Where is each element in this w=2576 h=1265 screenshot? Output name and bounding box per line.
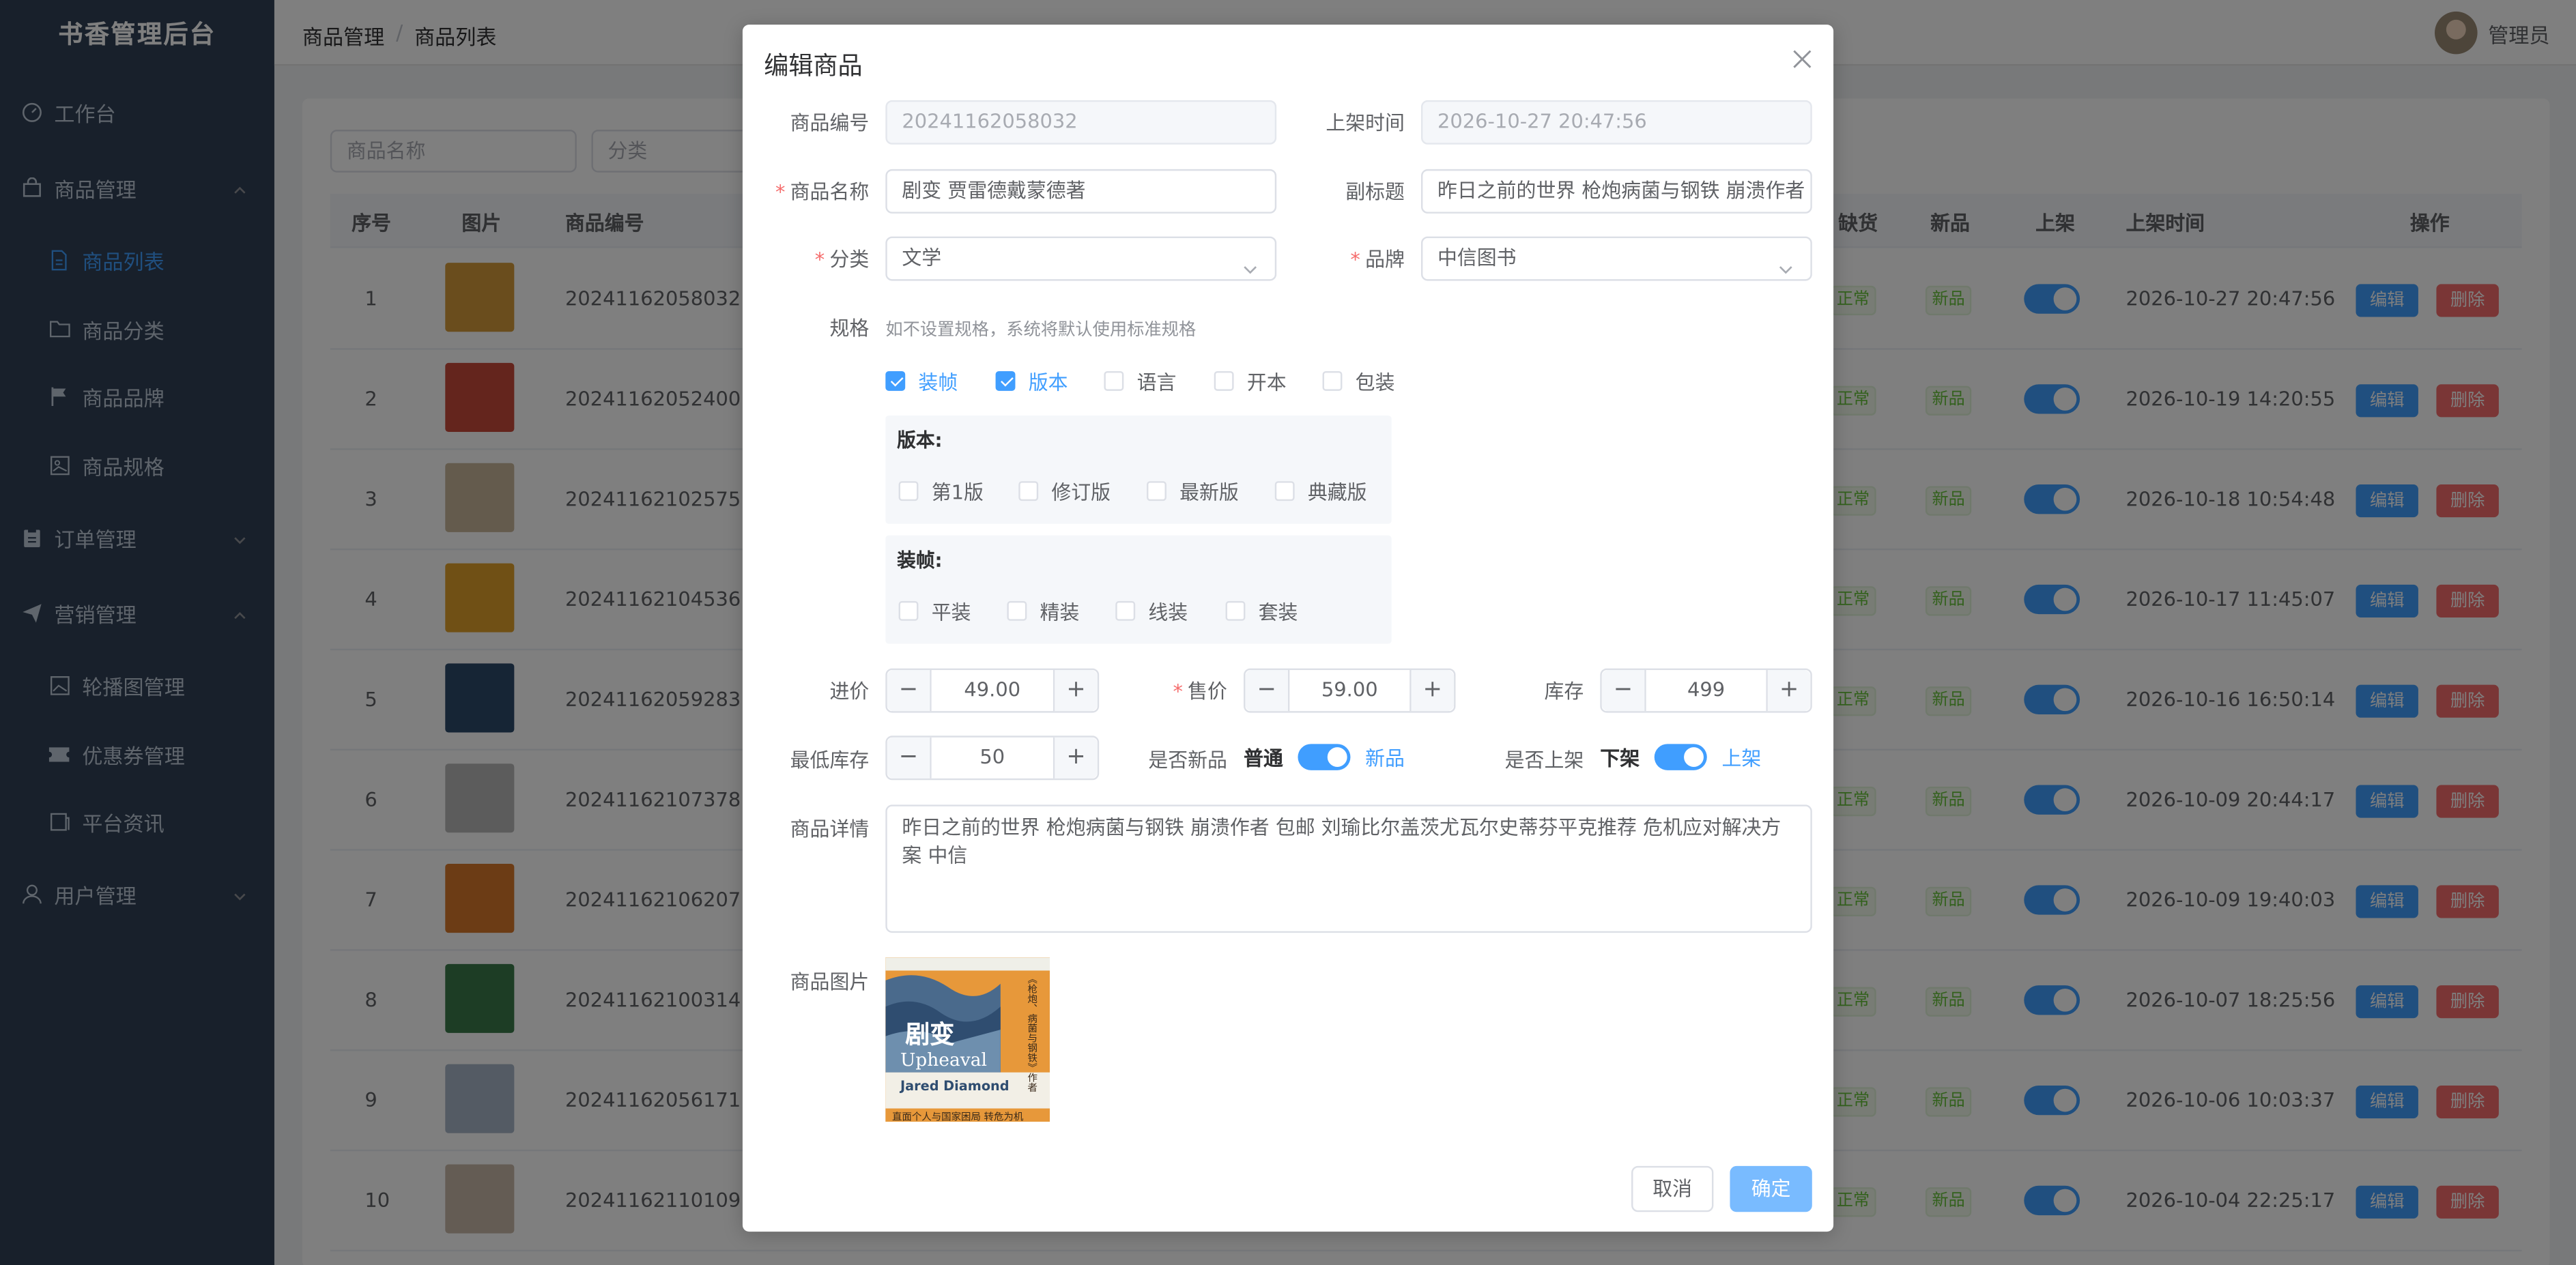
brand-value: 中信图书 bbox=[1437, 246, 1517, 270]
binding-option[interactable]: 套装 bbox=[1225, 598, 1298, 624]
confirm-button[interactable]: 确定 bbox=[1730, 1165, 1812, 1212]
new-switch[interactable]: 普通 新品 bbox=[1244, 741, 1405, 774]
brand-select[interactable]: 中信图书 bbox=[1420, 236, 1812, 281]
spec-hint: 如不设置规格，系统将默认使用标准规格 bbox=[885, 320, 1197, 340]
close-icon[interactable] bbox=[1792, 44, 1812, 68]
chevron-down-icon bbox=[1242, 251, 1259, 274]
new-toggle[interactable] bbox=[1298, 744, 1351, 770]
new-switch-on-label: 新品 bbox=[1365, 746, 1405, 770]
minus-icon[interactable]: − bbox=[887, 670, 932, 712]
plus-icon[interactable]: + bbox=[1053, 670, 1098, 712]
version-option[interactable]: 最新版 bbox=[1147, 478, 1239, 504]
edit-goods-dialog: 编辑商品 商品编号 20241162058032 上架时间 2026-10-27… bbox=[742, 25, 1834, 1232]
spec-checkbox-packaging[interactable]: 包装 bbox=[1322, 368, 1394, 394]
plus-icon[interactable]: + bbox=[1053, 737, 1098, 779]
cost-stepper[interactable]: − 49.00 + bbox=[885, 668, 1100, 713]
is-on-label: 是否上架 bbox=[1504, 748, 1584, 772]
cost-value[interactable]: 49.00 bbox=[932, 670, 1053, 711]
is-new-label: 是否新品 bbox=[1148, 748, 1227, 772]
on-time-label: 上架时间 bbox=[1326, 111, 1405, 135]
min-stock-value[interactable]: 50 bbox=[932, 738, 1053, 779]
price-label: * 售价 bbox=[1173, 680, 1227, 703]
spec-checkbox-language[interactable]: 语言 bbox=[1104, 368, 1176, 394]
stock-label: 库存 bbox=[1544, 680, 1584, 703]
plus-icon[interactable]: + bbox=[1766, 670, 1811, 712]
category-value: 文学 bbox=[902, 246, 942, 270]
min-stock-label: 最低库存 bbox=[790, 748, 870, 772]
goods-cover-image[interactable]: 剧变 Upheaval Jared Diamond 《枪炮、病菌与钢铁》作者 直… bbox=[885, 957, 1050, 1122]
cover-bottom-text: 直面个人与国家困局 转危为机 bbox=[891, 1111, 1024, 1122]
binding-option[interactable]: 精装 bbox=[1007, 598, 1079, 624]
spec-checkbox-binding[interactable]: 装帧 bbox=[885, 368, 958, 394]
goods-name-input[interactable]: 剧变 贾雷德戴蒙德著 bbox=[885, 169, 1277, 214]
binding-option[interactable]: 线装 bbox=[1115, 598, 1188, 624]
binding-option[interactable]: 平装 bbox=[898, 598, 971, 624]
binding-spec-title: 装帧: bbox=[897, 548, 943, 572]
image-label: 商品图片 bbox=[790, 970, 870, 994]
plus-icon[interactable]: + bbox=[1409, 670, 1455, 712]
brand-label: * 品牌 bbox=[1350, 248, 1405, 272]
stock-value[interactable]: 499 bbox=[1646, 670, 1766, 711]
cover-side-text: 《枪炮、病菌与钢铁》作者 bbox=[1025, 974, 1037, 1092]
shelf-switch-on-label: 上架 bbox=[1721, 746, 1762, 770]
spec-label: 规格 bbox=[829, 317, 870, 340]
on-time-field: 2026-10-27 20:47:56 bbox=[1420, 100, 1812, 145]
name-label: * 商品名称 bbox=[775, 180, 870, 204]
minus-icon[interactable]: − bbox=[1245, 670, 1290, 712]
version-option[interactable]: 修订版 bbox=[1018, 478, 1111, 504]
chevron-down-icon bbox=[1777, 251, 1794, 274]
spec-checkbox-version[interactable]: 版本 bbox=[995, 368, 1068, 394]
code-field: 20241162058032 bbox=[885, 100, 1277, 145]
detail-label: 商品详情 bbox=[790, 817, 870, 841]
new-switch-off-label: 普通 bbox=[1244, 746, 1283, 770]
category-label: * 分类 bbox=[814, 248, 870, 272]
app-root: 书香管理后台 工作台 商品管理 商品列表 商品分类 商品品牌 商品规格 bbox=[0, 0, 2576, 1265]
cover-title-en: Upheaval bbox=[900, 1049, 987, 1071]
version-spec-box: 版本: 第1版 修订版 最新版 典藏版 bbox=[885, 415, 1392, 524]
subtitle-label: 副标题 bbox=[1345, 180, 1405, 204]
cancel-button[interactable]: 取消 bbox=[1631, 1165, 1714, 1212]
category-select[interactable]: 文学 bbox=[885, 236, 1277, 281]
version-option[interactable]: 第1版 bbox=[898, 478, 984, 504]
dialog-title: 编辑商品 bbox=[764, 50, 863, 81]
stock-stepper[interactable]: − 499 + bbox=[1600, 668, 1812, 713]
minus-icon[interactable]: − bbox=[887, 737, 932, 779]
cost-label: 进价 bbox=[829, 680, 870, 703]
shelf-switch-off-label: 下架 bbox=[1600, 746, 1640, 770]
binding-spec-box: 装帧: 平装 精装 线装 套装 bbox=[885, 535, 1392, 644]
detail-textarea[interactable]: 昨日之前的世界 枪炮病菌与钢铁 崩溃作者 包邮 刘瑜比尔盖茨尤瓦尔史蒂芬平克推荐… bbox=[885, 804, 1812, 933]
version-spec-title: 版本: bbox=[897, 428, 943, 452]
version-option[interactable]: 典藏版 bbox=[1274, 478, 1367, 504]
cover-title-cn: 剧变 bbox=[905, 1019, 955, 1050]
shelf-toggle[interactable] bbox=[1654, 744, 1707, 770]
shelf-switch[interactable]: 下架 上架 bbox=[1600, 741, 1761, 774]
cover-author: Jared Diamond bbox=[900, 1079, 1010, 1094]
minus-icon[interactable]: − bbox=[1601, 670, 1646, 712]
spec-checkbox-format[interactable]: 开本 bbox=[1214, 368, 1287, 394]
code-label: 商品编号 bbox=[790, 111, 870, 135]
price-value[interactable]: 59.00 bbox=[1289, 670, 1409, 711]
subtitle-input[interactable]: 昨日之前的世界 枪炮病菌与钢铁 崩溃作者 bbox=[1420, 169, 1812, 214]
min-stock-stepper[interactable]: − 50 + bbox=[885, 736, 1100, 781]
price-stepper[interactable]: − 59.00 + bbox=[1244, 668, 1456, 713]
